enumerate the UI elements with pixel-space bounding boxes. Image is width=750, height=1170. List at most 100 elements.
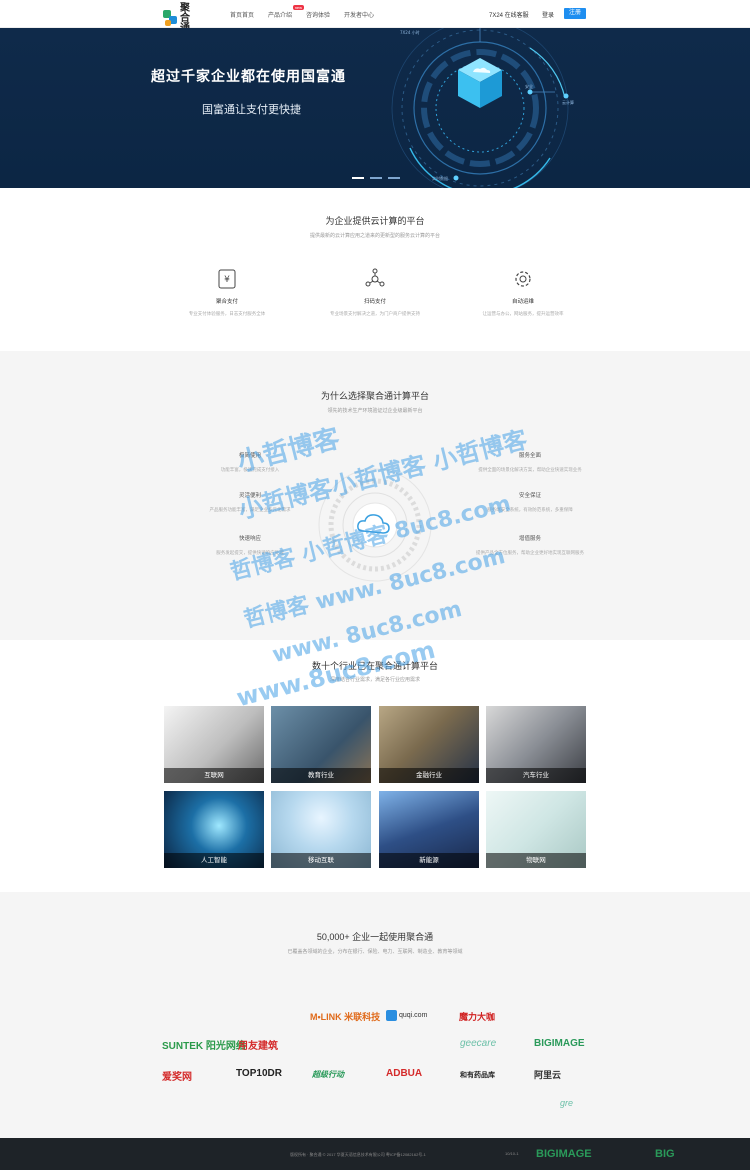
new-badge: new xyxy=(292,5,305,10)
industry-label: 金融行业 xyxy=(379,768,479,783)
carousel-dot[interactable] xyxy=(370,177,382,179)
industry-label: 教育行业 xyxy=(271,768,371,783)
svg-text:¥: ¥ xyxy=(224,275,230,285)
carousel-dot[interactable] xyxy=(352,177,364,179)
brand-logo-suntek: SUNTEK 阳光网络 xyxy=(162,1041,246,1052)
feature-desc: 专业场景支付解决之道，为门户商户提供支持 xyxy=(330,311,420,316)
brand-logo-moli: 魔力大咖 xyxy=(459,1012,496,1022)
industry-tile-ai[interactable]: 人工智能 xyxy=(164,791,264,868)
nav-item-products[interactable]: 产品介绍 new xyxy=(268,5,305,19)
industry-label: 物联网 xyxy=(486,853,586,868)
why-item-desc: 服务发起提交，提供快速响应处理 xyxy=(216,550,284,555)
hotline-link[interactable]: 7X24 在线客服 xyxy=(489,10,529,19)
customers-section: 50,000+ 企业一起使用聚合通 已覆盖各领域的企业，分布在银行、保险、电力、… xyxy=(0,892,750,1138)
section-desc: 深度结合行业需求，满足各行业应用需求 xyxy=(329,677,420,683)
hero-label-right1: 安全 xyxy=(525,83,533,89)
section-desc: 提供最新的云计算应用之道来的更新型的服务云计算的平台 xyxy=(309,233,440,239)
industry-label: 新能源 xyxy=(379,853,479,868)
why-item-title: 快速响应 xyxy=(238,536,261,542)
yuan-payment-icon: ¥ xyxy=(218,269,236,289)
gear-icon xyxy=(515,271,531,287)
footer: 版权所有 · 聚合通 © 2017 华夏天语信息技术有限公司 粤ICP备1208… xyxy=(0,1138,750,1170)
industry-tile-iot[interactable]: 物联网 xyxy=(486,791,586,868)
brand-logo-mlink: M•LINK 米联科技 xyxy=(310,1012,381,1022)
why-item-desc: 产品服务功能丰富，满足企业多元化需求 xyxy=(209,507,291,512)
main-nav: 首页首页 产品介绍 new 咨询体验 开发者中心 xyxy=(230,5,374,19)
why-choose-section: 为什么选择聚合通计算平台 领先的技术生产环境验证过企业级最新平台 极简使用 功能… xyxy=(0,351,750,640)
platform-section: 为企业提供云计算的平台 提供最新的云计算应用之道来的更新型的服务云计算的平台 ¥… xyxy=(0,188,750,351)
hero-subtitle: 国富通让支付更快捷 xyxy=(202,104,301,116)
network-icon xyxy=(365,268,385,287)
footer-brand-logo-2: BIG xyxy=(655,1148,675,1160)
why-item: 灵活便利 产品服务功能丰富，满足企业多元化需求 xyxy=(175,491,325,513)
brand-logo-quqi-label: quqi.com xyxy=(399,1012,428,1019)
hero-circle-graphic: 7X24 小时 安全 云计算 实时数据 xyxy=(391,28,574,188)
carousel-indicators xyxy=(352,177,400,179)
brand-logo-chaoji: 超级行动 xyxy=(312,1070,344,1079)
why-item-title: 增值服务 xyxy=(518,536,541,542)
why-item-desc: 提供产品全方位服务，帮助企业更好地实现互联网服务 xyxy=(476,550,584,555)
industry-tile-education[interactable]: 教育行业 xyxy=(271,706,371,783)
section-title: 50,000+ 企业一起使用聚合通 xyxy=(316,932,434,942)
brand-logo-bigimage: BIGIMAGE xyxy=(534,1038,585,1049)
brand-logo-geecare: geecare xyxy=(460,1038,497,1049)
brand-logo-quqi: quqi.com xyxy=(386,1010,427,1021)
why-item-desc: 功能丰富，极速完成支付接入 xyxy=(220,467,280,472)
why-item: 服务全面 提供全面的场景化解决方案，帮助企业快速实现业务 xyxy=(455,451,605,473)
industry-tile-mobile[interactable]: 移动互联 xyxy=(271,791,371,868)
section-desc: 已覆盖各领域的企业，分布在银行、保险、电力、互联网、制造业、教育等领域 xyxy=(287,949,463,955)
hero-label-bottom: 实时数据 xyxy=(432,175,448,181)
nav-item-consult[interactable]: 咨询体验 xyxy=(306,10,330,19)
brand-logo-aijiang: 爱奖网 xyxy=(162,1072,192,1083)
feature-title: 聚合支付 xyxy=(215,299,238,305)
nav-item-developer[interactable]: 开发者中心 xyxy=(344,10,374,19)
industry-tile-internet[interactable]: 互联网 xyxy=(164,706,264,783)
login-link[interactable]: 登录 xyxy=(542,10,554,19)
industry-label: 互联网 xyxy=(164,768,264,783)
why-item-desc: 服务端安全系统，有效防范系统，多重保障 xyxy=(487,507,573,512)
brand-logo-heyou: 和有药品库 xyxy=(460,1072,495,1079)
footer-right-text: 10/10-1 xyxy=(505,1151,519,1156)
feature-auto-ops[interactable]: 自动运维 让运营与办公，网站服务，提升运营效率 xyxy=(468,268,578,317)
feature-desc: 专业支付体验服务，日志支付服务全体 xyxy=(188,311,266,316)
quqi-icon xyxy=(386,1010,397,1021)
industry-label: 汽车行业 xyxy=(486,768,586,783)
nav-item-home[interactable]: 首页首页 xyxy=(230,10,254,19)
industries-section: 数十个行业已在聚合通计算平台 深度结合行业需求，满足各行业应用需求 互联网 教育… xyxy=(0,640,750,892)
hero-title: 超过千家企业都在使用国富通 xyxy=(151,68,346,84)
feature-aggregate-pay[interactable]: ¥ 聚合支付 专业支付体验服务，日志支付服务全体 xyxy=(172,268,282,317)
section-title: 为什么选择聚合通计算平台 xyxy=(320,391,429,401)
feature-desc: 让运营与办公，网站服务，提升运营效率 xyxy=(482,311,564,316)
hero-label-right2: 云计算 xyxy=(562,99,574,105)
brand-logo-gre: gre xyxy=(560,1098,574,1108)
brand-logo-aliyun: 阿里云 xyxy=(534,1070,562,1080)
industry-tile-auto[interactable]: 汽车行业 xyxy=(486,706,586,783)
logo-icon xyxy=(163,10,177,28)
brand-logo-adbua: ADBUA xyxy=(386,1068,423,1079)
top-nav-bar: 聚合通 首页首页 产品介绍new 咨询体验 开发者中心 7X24 在线客服 登录… xyxy=(0,0,750,34)
section-title: 数十个行业已在聚合通计算平台 xyxy=(311,661,438,671)
industry-tile-new-energy[interactable]: 新能源 xyxy=(379,791,479,868)
feature-title: 自动运维 xyxy=(511,299,534,305)
why-item-title: 安全保证 xyxy=(518,493,541,499)
cloud-cube-icon xyxy=(458,58,502,108)
feature-scan-pay[interactable]: 扫码支付 专业场景支付解决之道，为门户商户提供支持 xyxy=(320,268,430,317)
why-item-title: 灵活便利 xyxy=(238,493,261,499)
hero-label-top: 7X24 小时 xyxy=(400,29,420,35)
feature-title: 扫码支付 xyxy=(363,299,386,305)
copyright-text: 版权所有 · 聚合通 © 2017 华夏天语信息技术有限公司 粤ICP备1208… xyxy=(290,1152,426,1157)
why-item-desc: 提供全面的场景化解决方案，帮助企业快速实现业务 xyxy=(478,467,582,472)
carousel-dot[interactable] xyxy=(388,177,400,179)
industry-label: 移动互联 xyxy=(271,853,371,868)
brand-logo-yonyou: 用友建筑 xyxy=(238,1041,278,1052)
why-item: 极简使用 功能丰富，极速完成支付接入 xyxy=(175,451,325,473)
hero-banner: 超过千家企业都在使用国富通 国富通让支付更快捷 7X24 小时 安全 云计算 实… xyxy=(0,28,750,188)
industry-label: 人工智能 xyxy=(164,853,264,868)
section-title: 为企业提供云计算的平台 xyxy=(325,216,425,226)
brand-logo-top10dr: TOP10DR xyxy=(236,1068,282,1079)
register-button[interactable]: 注册 xyxy=(564,8,586,19)
why-item: 快速响应 服务发起提交，提供快速响应处理 xyxy=(175,534,325,556)
why-item-title: 服务全面 xyxy=(518,453,541,459)
nav-item-products-label: 产品介绍 xyxy=(268,13,293,19)
industry-tile-finance[interactable]: 金融行业 xyxy=(379,706,479,783)
